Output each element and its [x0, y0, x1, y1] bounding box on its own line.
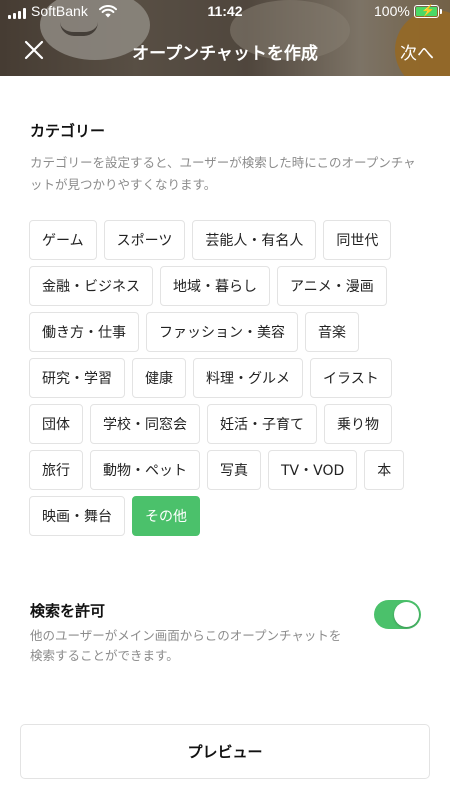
header: SoftBank 11:42 100% ⚡ オープンチャットを作成 次へ — [0, 0, 450, 76]
category-tag[interactable]: 同世代 — [323, 220, 392, 260]
search-permission-description: 他のユーザーがメイン画面からこのオープンチャットを検索することができます。 — [30, 628, 342, 663]
battery-charging-icon: ⚡ — [414, 5, 439, 18]
category-tag[interactable]: ゲーム — [29, 220, 97, 260]
search-permission-toggle[interactable] — [374, 600, 421, 629]
category-tag[interactable]: 金融・ビジネス — [29, 266, 153, 306]
battery-tip — [440, 9, 442, 14]
category-tag[interactable]: 芸能人・有名人 — [192, 220, 317, 260]
category-description: カテゴリーを設定すると、ユーザーが検索した時にこのオープンチャットが見つかりやす… — [30, 155, 416, 192]
category-tag-row: 団体 学校・同窓会 妊活・子育て 乗り物 — [29, 404, 429, 444]
category-tag[interactable]: 本 — [364, 450, 405, 490]
category-tag[interactable]: 健康 — [132, 358, 186, 398]
category-tag-row: ゲーム スポーツ 芸能人・有名人 同世代 — [29, 220, 429, 260]
status-bar: SoftBank 11:42 100% ⚡ — [0, 0, 450, 24]
battery-percentage: 100% — [374, 3, 410, 19]
category-tag[interactable]: その他 — [132, 496, 200, 536]
page-title: オープンチャットを作成 — [132, 44, 318, 64]
category-tag[interactable]: 学校・同窓会 — [90, 404, 200, 444]
category-tag[interactable]: ファッション・美容 — [146, 312, 298, 352]
preview-button[interactable]: プレビュー — [20, 724, 430, 779]
category-tag[interactable]: 映画・舞台 — [29, 496, 125, 536]
category-tag[interactable]: 働き方・仕事 — [29, 312, 139, 352]
search-permission-title: 検索を許可 — [30, 602, 106, 620]
category-tag[interactable]: 乗り物 — [324, 404, 392, 444]
navigation-bar: オープンチャットを作成 次へ — [0, 26, 450, 74]
category-tag[interactable]: 料理・グルメ — [193, 358, 303, 398]
category-tag[interactable]: 動物・ペット — [90, 450, 200, 490]
next-button[interactable]: 次へ — [400, 39, 434, 64]
toggle-knob — [394, 602, 419, 627]
category-tag[interactable]: 旅行 — [29, 450, 83, 490]
category-tag-row: 映画・舞台 その他 — [29, 496, 429, 536]
category-tag[interactable]: イラスト — [310, 358, 392, 398]
category-tag[interactable]: スポーツ — [103, 220, 186, 260]
category-tag-row: 旅行 動物・ペット 写真 TV・VOD 本 — [29, 450, 429, 490]
category-title: カテゴリー — [30, 122, 106, 140]
category-tag[interactable]: 写真 — [207, 450, 261, 490]
category-tag[interactable]: アニメ・漫画 — [277, 266, 387, 306]
category-tag[interactable]: 音楽 — [305, 312, 359, 352]
category-tag-row: 働き方・仕事 ファッション・美容 音楽 — [29, 312, 429, 352]
category-tag-list: ゲーム スポーツ 芸能人・有名人 同世代 金融・ビジネス 地域・暮らし アニメ・漫画 働き方・… — [29, 220, 429, 542]
category-tag-row: 金融・ビジネス 地域・暮らし アニメ・漫画 — [29, 266, 429, 306]
category-tag[interactable]: 団体 — [29, 404, 83, 444]
category-tag[interactable]: 地域・暮らし — [160, 266, 270, 306]
category-tag[interactable]: 研究・学習 — [29, 358, 125, 398]
category-tag-row: 研究・学習 健康 料理・グルメ イラスト — [29, 358, 429, 398]
category-tag[interactable]: 妊活・子育て — [207, 404, 317, 444]
category-tag[interactable]: TV・VOD — [268, 450, 358, 490]
